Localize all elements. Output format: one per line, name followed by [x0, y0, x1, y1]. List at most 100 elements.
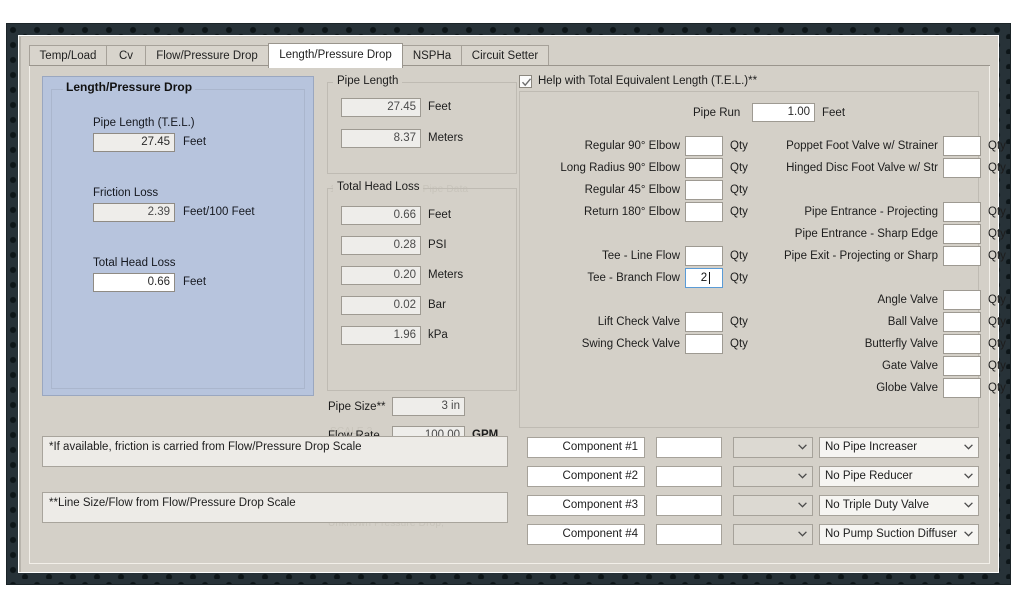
component-name-3[interactable]: Component #3 — [527, 495, 645, 516]
right-fitting-qty-8[interactable] — [943, 356, 981, 376]
tab-page-length-pressure-drop: 1. Inlet and Suction Pipe Data SCALE 3 U… — [29, 66, 1006, 564]
left-fitting-label-6: Lift Check Valve — [597, 316, 680, 328]
component-name-4[interactable]: Component #4 — [527, 524, 645, 545]
right-fitting-qty-6[interactable] — [943, 312, 981, 332]
left-fitting-label-7: Swing Check Valve — [581, 338, 680, 350]
tab-nspha[interactable]: NSPHa — [402, 45, 462, 66]
length-pressure-drop-panel: Length/Pressure Drop Pipe Length (T.E.L.… — [42, 76, 314, 396]
thl-feet-field: 0.66 — [341, 206, 421, 225]
left-fitting-label-2: Regular 45° Elbow — [584, 184, 680, 196]
friction-loss-label: Friction Loss — [93, 187, 159, 199]
left-fitting-label-0: Regular 90° Elbow — [584, 140, 680, 152]
tab-temp-load[interactable]: Temp/Load — [29, 45, 107, 66]
tab-flow-pressure-drop[interactable]: Flow/Pressure Drop — [145, 45, 269, 66]
right-fitting-label-0: Poppet Foot Valve w/ Strainer — [786, 140, 938, 152]
right-fitting-qty-unit-0: Qty — [988, 140, 1006, 152]
pipe-length-feet-field: 27.45 — [341, 98, 421, 117]
component-middle-select-1[interactable] — [733, 437, 813, 458]
component-middle-select-2[interactable] — [733, 466, 813, 487]
component-right-select-4[interactable]: No Pump Suction Diffuser — [819, 524, 979, 545]
chevron-down-icon — [798, 502, 807, 508]
component-name-1[interactable]: Component #1 — [527, 437, 645, 458]
right-fitting-qty-unit-8: Qty — [988, 360, 1006, 372]
component-name-2[interactable]: Component #2 — [527, 466, 645, 487]
left-fitting-qty-unit-2: Qty — [730, 184, 748, 196]
pipe-run-field[interactable]: 1.00 — [752, 103, 815, 122]
component-qty-3[interactable] — [656, 495, 722, 516]
window-frame: Temp/Load Cv Flow/Pressure Drop Length/Pres… — [7, 24, 1010, 584]
component-right-select-value-4: No Pump Suction Diffuser — [825, 528, 958, 540]
panel-inner-border — [51, 89, 305, 389]
right-fitting-qty-1[interactable] — [943, 158, 981, 178]
chevron-down-icon — [964, 502, 973, 508]
left-fitting-qty-unit-5: Qty — [730, 272, 748, 284]
component-right-select-2[interactable]: No Pipe Reducer — [819, 466, 979, 487]
component-right-select-value-1: No Pipe Increaser — [825, 441, 918, 453]
chevron-down-icon — [798, 473, 807, 479]
left-fitting-label-5: Tee - Branch Flow — [587, 272, 680, 284]
chevron-down-icon — [964, 531, 973, 537]
tel-help-checkbox[interactable] — [519, 75, 532, 88]
total-head-loss-group-title: Total Head Loss — [333, 181, 424, 193]
right-fitting-qty-unit-9: Qty — [988, 382, 1006, 394]
thl-meters-field: 0.20 — [341, 266, 421, 285]
pipe-length-tel-unit: Feet — [183, 136, 207, 148]
pipe-length-feet-unit: Feet — [428, 101, 452, 113]
pipe-size-field: 3 in — [392, 397, 465, 416]
right-fitting-qty-0[interactable] — [943, 136, 981, 156]
left-fitting-qty-2[interactable] — [685, 180, 723, 200]
panel-title: Length/Pressure Drop — [63, 80, 196, 94]
right-fitting-qty-5[interactable] — [943, 290, 981, 310]
component-middle-select-3[interactable] — [733, 495, 813, 516]
total-head-loss-label: Total Head Loss — [93, 257, 176, 269]
right-fitting-qty-unit-5: Qty — [988, 294, 1006, 306]
right-fitting-qty-9[interactable] — [943, 378, 981, 398]
tab-length-pressure-drop[interactable]: Length/Pressure Drop — [268, 43, 403, 68]
tab-circuit-setter[interactable]: Circuit Setter — [461, 45, 549, 66]
footnote-1: *If available, friction is carried from … — [42, 436, 508, 467]
right-fitting-qty-unit-3: Qty — [988, 228, 1006, 240]
total-head-loss-field[interactable]: 0.66 — [93, 273, 175, 292]
friction-loss-field[interactable]: 2.39 — [93, 203, 175, 222]
pipe-length-group-title: Pipe Length — [333, 75, 403, 87]
right-fitting-qty-3[interactable] — [943, 224, 981, 244]
chevron-down-icon — [964, 444, 973, 450]
friction-loss-unit: Feet/100 Feet — [183, 206, 255, 218]
component-middle-select-4[interactable] — [733, 524, 813, 545]
right-fitting-qty-unit-2: Qty — [988, 206, 1006, 218]
component-right-select-1[interactable]: No Pipe Increaser — [819, 437, 979, 458]
right-fitting-qty-2[interactable] — [943, 202, 981, 222]
right-fitting-label-7: Butterfly Valve — [864, 338, 938, 350]
component-right-select-3[interactable]: No Triple Duty Valve — [819, 495, 979, 516]
right-fitting-qty-unit-4: Qty — [988, 250, 1006, 262]
thl-bar-unit: Bar — [428, 299, 446, 311]
pipe-size-label: Pipe Size** — [328, 401, 386, 413]
right-fitting-qty-unit-1: Qty — [988, 162, 1006, 174]
right-fitting-qty-4[interactable] — [943, 246, 981, 266]
pipe-run-label: Pipe Run — [693, 107, 741, 119]
footnote-2: **Line Size/Flow from Flow/Pressure Drop… — [42, 492, 508, 523]
right-fitting-qty-7[interactable] — [943, 334, 981, 354]
right-fitting-label-5: Angle Valve — [877, 294, 938, 306]
left-fitting-qty-5[interactable]: 2 — [685, 268, 723, 288]
total-head-loss-unit: Feet — [183, 276, 207, 288]
component-right-select-value-3: No Triple Duty Valve — [825, 499, 929, 511]
component-qty-1[interactable] — [656, 437, 722, 458]
tab-cv[interactable]: Cv — [106, 45, 146, 66]
right-fitting-label-3: Pipe Entrance - Sharp Edge — [794, 228, 938, 240]
chevron-down-icon — [964, 473, 973, 479]
pipe-length-tel-field[interactable]: 27.45 — [93, 133, 175, 152]
left-fitting-label-1: Long Radius 90° Elbow — [560, 162, 680, 174]
component-qty-4[interactable] — [656, 524, 722, 545]
chevron-down-icon — [798, 531, 807, 537]
pipe-length-tel-label: Pipe Length (T.E.L.) — [93, 117, 195, 129]
checkmark-icon — [521, 78, 532, 87]
component-right-select-value-2: No Pipe Reducer — [825, 470, 913, 482]
thl-bar-field: 0.02 — [341, 296, 421, 315]
window-inner: Temp/Load Cv Flow/Pressure Drop Length/Pres… — [18, 35, 1006, 573]
right-fitting-label-6: Ball Valve — [887, 316, 938, 328]
right-fitting-label-1: Hinged Disc Foot Valve w/ Str — [786, 162, 938, 174]
pipe-length-meters-field: 8.37 — [341, 129, 421, 148]
tel-help-checkbox-label[interactable]: Help with Total Equivalent Length (T.E.L… — [538, 73, 757, 90]
component-qty-2[interactable] — [656, 466, 722, 487]
